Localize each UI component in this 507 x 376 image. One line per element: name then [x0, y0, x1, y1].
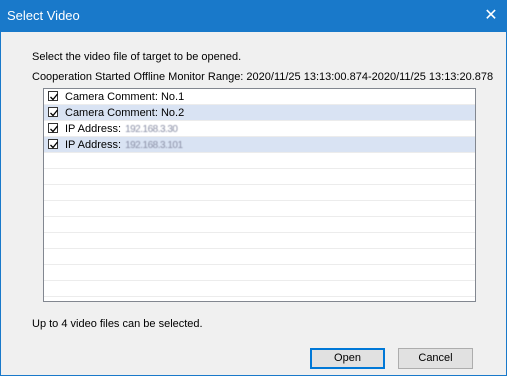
selection-limit-note: Up to 4 video files can be selected. [32, 318, 203, 330]
video-label: Camera Comment: No.2 [65, 107, 185, 119]
video-label: Camera Comment: No.1 [65, 91, 185, 103]
select-video-dialog: Select Video ✕ Select the video file of … [0, 0, 507, 376]
list-item[interactable]: Camera Comment: No.1 [44, 89, 475, 105]
monitor-range-text: Cooperation Started Offline Monitor Rang… [32, 71, 494, 83]
list-item[interactable]: IP Address: 192.168.3.30 [44, 121, 475, 137]
open-button[interactable]: Open [310, 348, 385, 369]
checkbox-checked-icon[interactable] [48, 139, 59, 149]
empty-row [44, 265, 475, 281]
empty-row [44, 153, 475, 169]
video-label: IP Address: 192.168.3.101 [65, 139, 183, 151]
dialog-title: Select Video [7, 8, 80, 23]
empty-row [44, 185, 475, 201]
checkbox-checked-icon[interactable] [48, 91, 59, 101]
title-bar: Select Video ✕ [1, 0, 506, 32]
close-icon[interactable]: ✕ [476, 0, 506, 32]
checkbox-checked-icon[interactable] [48, 123, 59, 133]
empty-row [44, 169, 475, 185]
checkbox-checked-icon[interactable] [48, 107, 59, 117]
list-item[interactable]: IP Address: 192.168.3.101 [44, 137, 475, 153]
cancel-button[interactable]: Cancel [398, 348, 473, 369]
empty-row [44, 233, 475, 249]
instruction-text: Select the video file of target to be op… [32, 51, 242, 63]
empty-row [44, 201, 475, 217]
video-file-list[interactable]: Camera Comment: No.1 Camera Comment: No.… [43, 88, 476, 302]
empty-row [44, 217, 475, 233]
empty-row [44, 281, 475, 297]
list-item[interactable]: Camera Comment: No.2 [44, 105, 475, 121]
ip-address-value: 192.168.3.101 [125, 140, 183, 151]
video-label: IP Address: 192.168.3.30 [65, 123, 178, 135]
ip-address-value: 192.168.3.30 [125, 124, 178, 135]
empty-row [44, 249, 475, 265]
